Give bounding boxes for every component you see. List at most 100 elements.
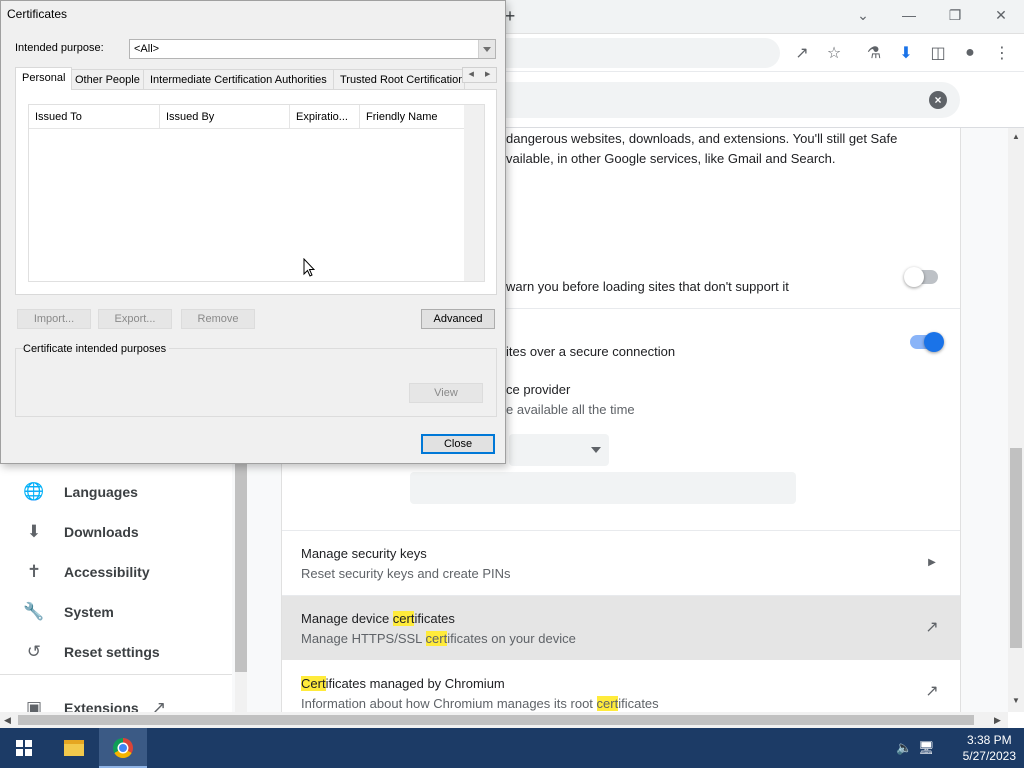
settings-sidebar: 🌐 Languages ⬇ Downloads ✝ Accessibility … <box>0 464 232 712</box>
sidebar-item-label: Languages <box>64 484 138 500</box>
chrome-icon <box>113 738 133 758</box>
export-button[interactable]: Export... <box>98 309 172 329</box>
close-window-button[interactable]: ✕ <box>978 0 1024 30</box>
sidebar-item-system[interactable]: 🔧 System <box>0 592 232 632</box>
https-first-toggle[interactable] <box>904 267 938 287</box>
sidebar-item-label: System <box>64 604 114 620</box>
scroll-right-arrow-icon[interactable]: ▶ <box>994 715 1001 726</box>
https-first-description: warn you before loading sites that don't… <box>506 279 789 294</box>
globe-icon: 🌐 <box>23 482 45 501</box>
chrome-taskbar-button[interactable] <box>99 728 147 768</box>
sidebar-item-downloads[interactable]: ⬇ Downloads <box>0 512 232 552</box>
sidebar-item-label: Downloads <box>64 524 139 540</box>
scroll-down-arrow-icon[interactable]: ▼ <box>1012 696 1020 705</box>
certificate-store-tabs: Personal Other People Intermediate Certi… <box>15 67 497 90</box>
labs-flask-icon[interactable]: ⚗ <box>862 41 886 65</box>
side-panel-icon[interactable]: ◫ <box>926 41 950 65</box>
dialog-title: Certificates <box>7 7 68 21</box>
device-certificates-subtitle: Manage HTTPS/SSL certificates on your de… <box>301 631 576 646</box>
taskbar: 🔈 🖥 3:38 PM 5/27/2023 <box>0 728 1024 768</box>
volume-muted-icon[interactable]: 🔈 <box>896 740 912 756</box>
folder-icon <box>64 740 84 756</box>
view-button[interactable]: View <box>409 383 483 403</box>
intended-purpose-label: Intended purpose: <box>15 42 104 54</box>
security-keys-subtitle: Reset security keys and create PINs <box>301 566 511 581</box>
external-link-icon: ↗ <box>151 698 167 712</box>
custom-dns-input[interactable] <box>410 472 796 504</box>
page-horizontal-scrollbar[interactable]: ◀ ▶ <box>0 712 1008 728</box>
advanced-button[interactable]: Advanced <box>421 309 495 329</box>
manage-device-certificates-row[interactable]: Manage device certificates Manage HTTPS/… <box>282 595 960 660</box>
sidebar-item-extensions[interactable]: ▣ Extensions ↗ <box>0 688 232 712</box>
restore-button[interactable]: ❐ <box>932 0 978 30</box>
accessibility-icon: ✝ <box>26 562 42 581</box>
chromium-certificates-title: Certificates managed by Chromium <box>301 676 505 691</box>
sidebar-scrollbar[interactable] <box>235 464 247 712</box>
manage-security-keys-row[interactable]: Manage security keys Reset security keys… <box>282 530 960 595</box>
clock-time: 3:38 PM <box>966 733 1012 747</box>
close-button[interactable]: Close <box>421 434 495 454</box>
tab-scroll-right-icon[interactable]: ▶ <box>480 68 497 82</box>
page-vertical-scrollbar[interactable]: ▲ ▼ <box>1008 128 1024 712</box>
tab-trusted-root[interactable]: Trusted Root Certification <box>333 69 465 89</box>
safe-browsing-description: dangerous websites, downloads, and exten… <box>506 131 898 146</box>
taskbar-clock[interactable]: 3:38 PM 5/27/2023 <box>963 732 1016 764</box>
bookmark-star-icon[interactable]: ☆ <box>822 41 846 65</box>
device-certificates-title: Manage device certificates <box>301 611 455 626</box>
start-button[interactable] <box>0 728 48 768</box>
share-icon[interactable]: ↗ <box>790 41 814 65</box>
tab-scroll-left-icon[interactable]: ◀ <box>463 68 480 82</box>
intended-purpose-select[interactable]: <All> <box>129 39 496 59</box>
chromium-certificates-subtitle: Information about how Chromium manages i… <box>301 696 659 711</box>
column-issued-by[interactable]: Issued By <box>160 105 290 129</box>
certificate-list[interactable]: Issued To Issued By Expiratio... Friendl… <box>28 104 485 282</box>
chrome-menu-icon[interactable]: ⋮ <box>990 41 1014 65</box>
minimize-button[interactable]: — <box>886 0 932 30</box>
tab-scroll-buttons: ◀ ▶ <box>462 67 497 83</box>
scroll-left-arrow-icon[interactable]: ◀ <box>4 715 11 726</box>
system-tray: 🔈 🖥 3:38 PM 5/27/2023 <box>896 728 1024 768</box>
intended-purpose-value: <All> <box>134 43 160 55</box>
scroll-up-arrow-icon[interactable]: ▲ <box>1012 132 1020 141</box>
tab-personal[interactable]: Personal <box>15 67 73 90</box>
column-friendly-name[interactable]: Friendly Name <box>360 105 465 129</box>
personal-tab-pane: Issued To Issued By Expiratio... Friendl… <box>15 89 497 295</box>
external-link-icon: ↗ <box>925 683 939 700</box>
certificates-dialog: Certificates Intended purpose: <All> Per… <box>0 0 506 464</box>
column-expiration[interactable]: Expiratio... <box>290 105 360 129</box>
network-icon[interactable]: 🖥 <box>918 740 935 756</box>
tab-other-people[interactable]: Other People <box>68 69 147 89</box>
tab-intermediate-authorities[interactable]: Intermediate Certification Authorities <box>143 69 334 89</box>
chromium-certificates-row[interactable]: Certificates managed by Chromium Informa… <box>282 660 960 712</box>
sidebar-item-label: Accessibility <box>64 564 150 580</box>
puzzle-icon: ▣ <box>25 698 43 712</box>
sidebar-item-label: Extensions <box>64 700 139 712</box>
file-explorer-taskbar-button[interactable] <box>50 728 98 768</box>
sidebar-item-accessibility[interactable]: ✝ Accessibility <box>0 552 232 592</box>
remove-button[interactable]: Remove <box>181 309 255 329</box>
chevron-right-icon: ▶ <box>928 557 936 568</box>
dropdown-arrow-icon[interactable] <box>478 40 495 58</box>
sidebar-item-languages[interactable]: 🌐 Languages <box>0 472 232 512</box>
security-keys-title: Manage security keys <box>301 546 427 561</box>
download-icon: ⬇ <box>26 522 42 541</box>
wrench-icon: 🔧 <box>23 602 45 621</box>
dropdown-caret-icon <box>591 447 601 453</box>
import-button[interactable]: Import... <box>17 309 91 329</box>
secure-dns-toggle[interactable] <box>910 332 944 352</box>
column-issued-to[interactable]: Issued To <box>29 105 160 129</box>
secure-dns-description: ites over a secure connection <box>506 344 676 359</box>
downloads-toolbar-icon[interactable]: ⬇ <box>894 41 918 65</box>
list-scrollbar[interactable] <box>464 105 484 281</box>
external-link-icon: ↗ <box>925 619 939 636</box>
intended-purposes-label: Certificate intended purposes <box>23 343 170 355</box>
windows-logo-icon <box>16 740 32 756</box>
safe-browsing-description-2: vailable, in other Google services, like… <box>506 151 836 166</box>
tab-search-chevron-icon[interactable]: ⌄ <box>840 0 886 30</box>
mouse-cursor-icon <box>303 258 315 277</box>
clear-search-icon[interactable]: × <box>929 91 947 109</box>
profile-avatar-icon[interactable]: ● <box>958 41 982 65</box>
dns-provider-subtitle: e available all the time <box>506 402 635 417</box>
dns-provider-dropdown[interactable] <box>509 434 609 466</box>
sidebar-item-reset-settings[interactable]: ↺ Reset settings <box>0 632 232 672</box>
